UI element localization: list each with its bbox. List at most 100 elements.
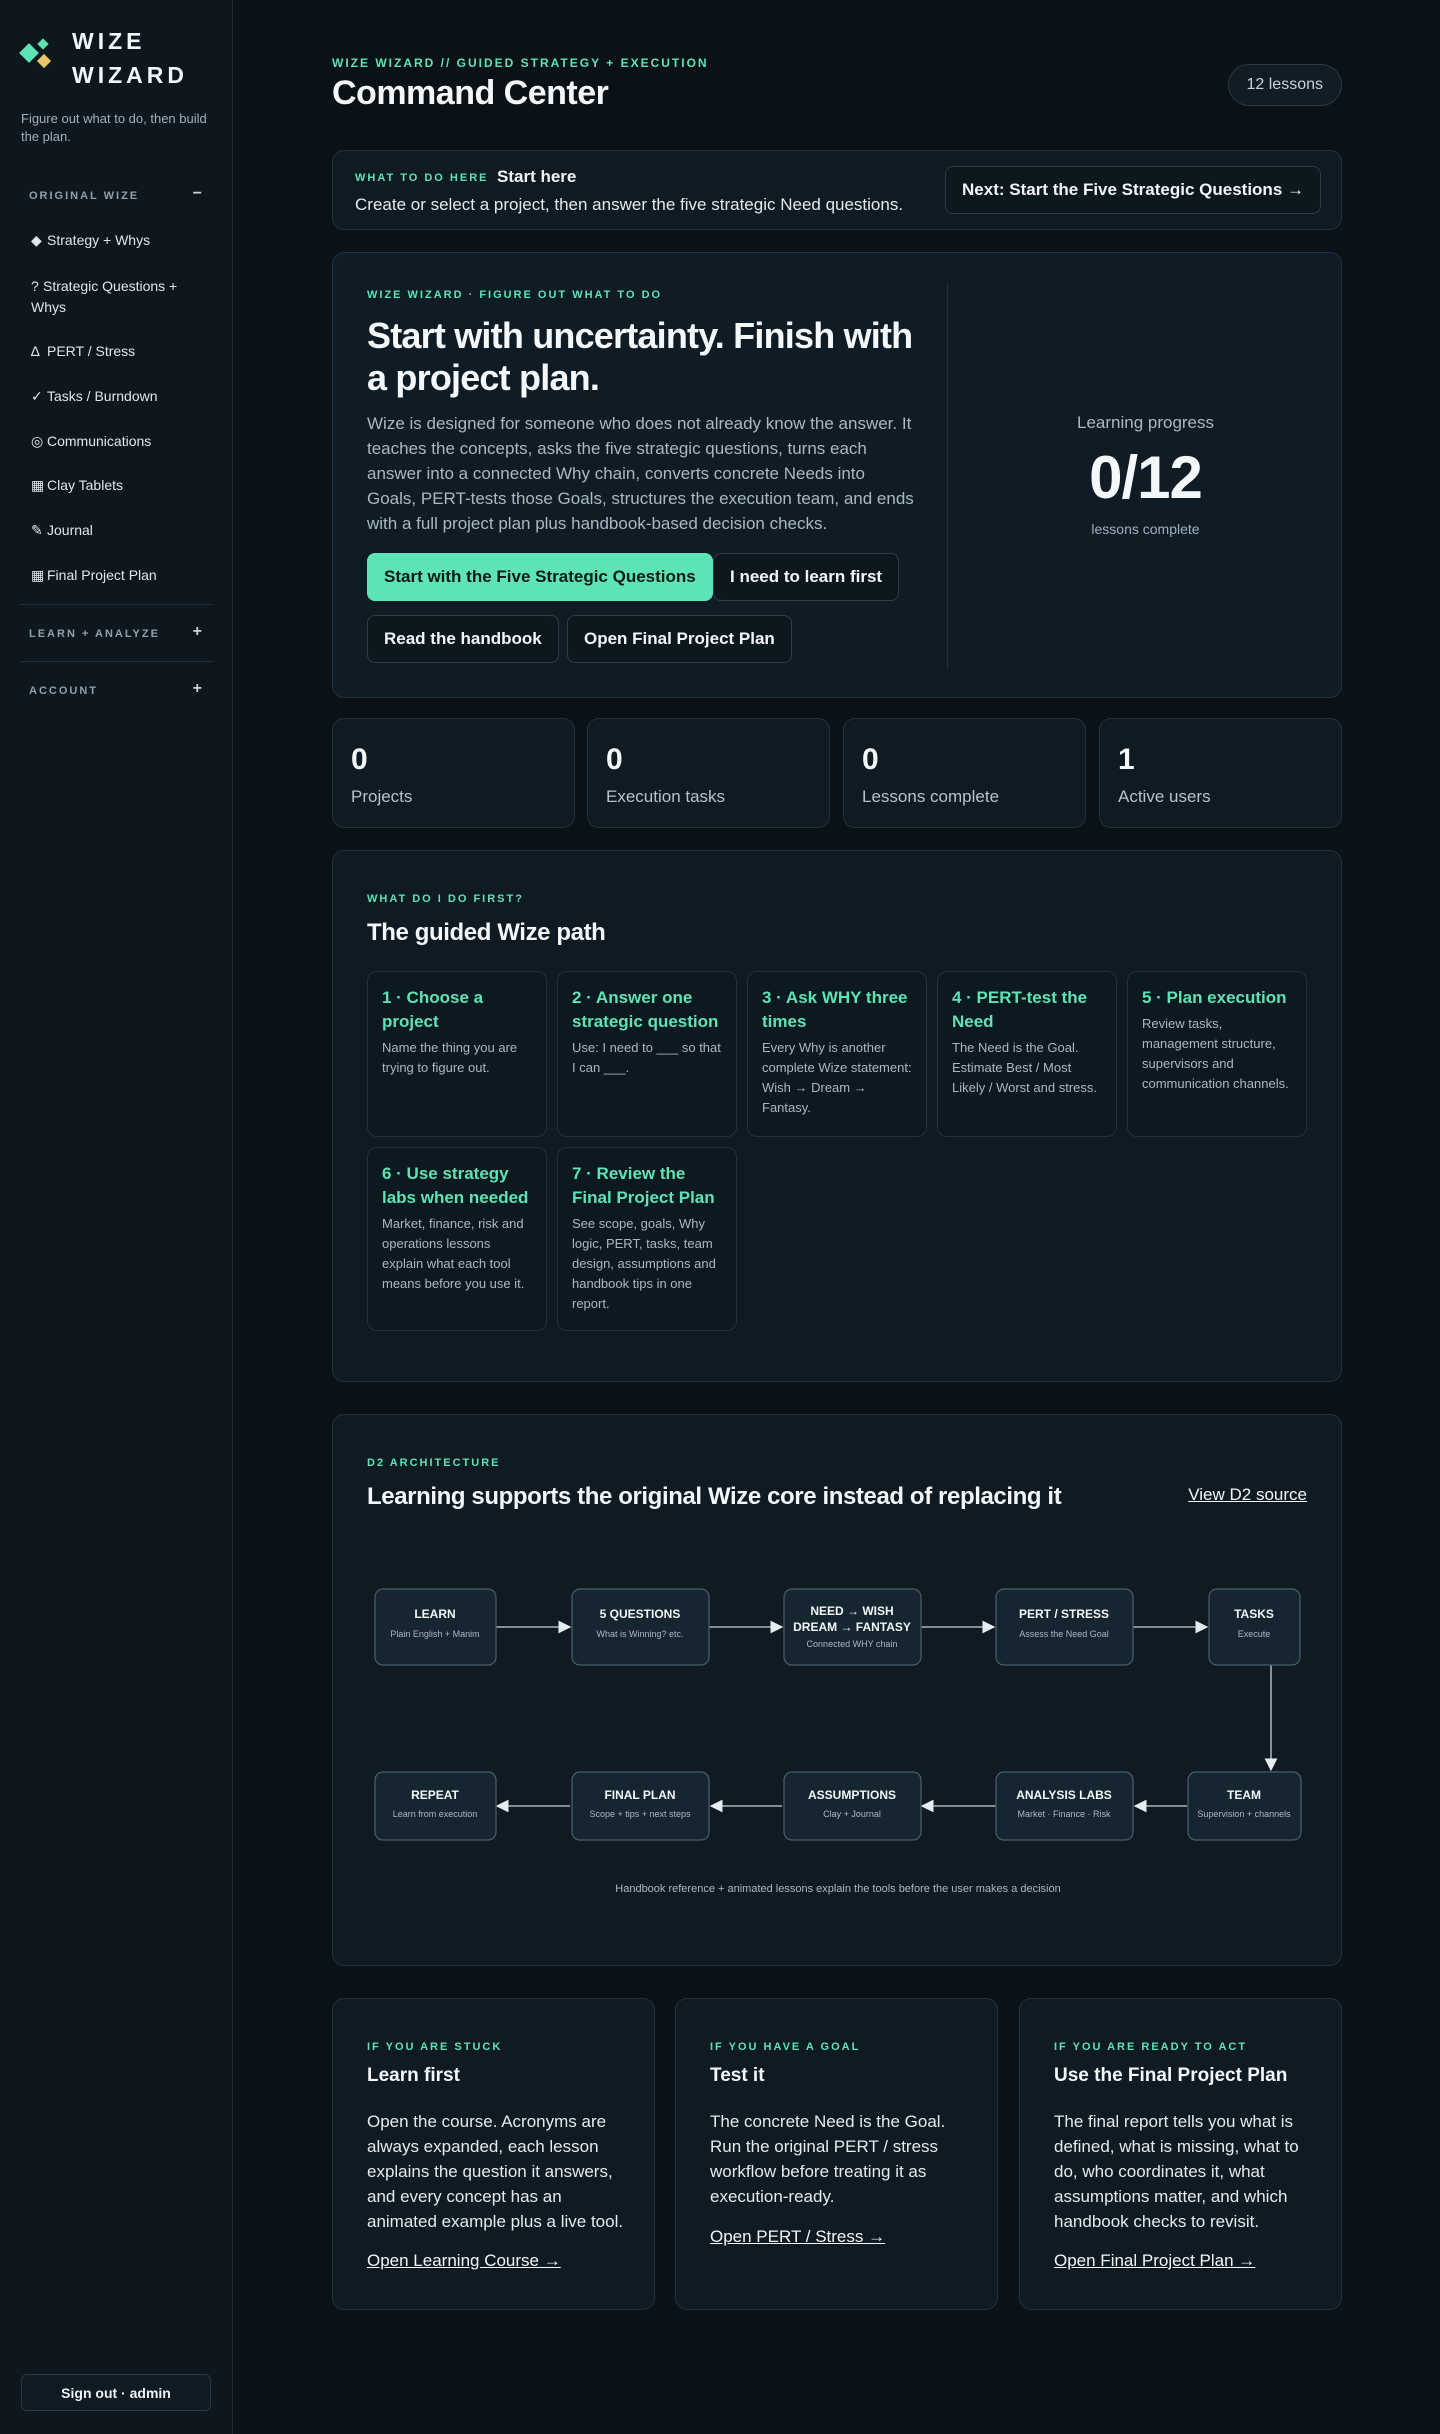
brand-name-line1: WIZE [72, 28, 146, 54]
learning-progress-label: Learning progress [1076, 413, 1215, 432]
step-title: 3 · Ask WHY three times [762, 988, 908, 1031]
stat-label: Projects [351, 787, 413, 806]
tip-title: Use the Final Project Plan [1054, 2065, 1288, 2086]
collapse-icon[interactable]: − [193, 185, 202, 203]
path-step-5[interactable]: 5 · Plan execution Review tasks, managem… [1127, 971, 1307, 1137]
diamond-icon: ◆ [31, 232, 42, 248]
stat-card-execution-tasks: 0 Execution tasks [587, 718, 830, 828]
check-icon: ✓ [31, 388, 43, 404]
tip-card-ready-to-act: IF YOU ARE READY TO ACT Use the Final Pr… [1019, 1998, 1342, 2310]
path-step-3[interactable]: 3 · Ask WHY three times Every Why is ano… [747, 971, 927, 1137]
stat-label: Execution tasks [606, 787, 726, 806]
divider [20, 661, 213, 662]
tip-eyebrow: IF YOU ARE STUCK [367, 2041, 503, 2053]
step-title: 6 · Use strategy labs when needed [382, 1164, 529, 1207]
expand-icon[interactable]: + [193, 680, 202, 698]
stat-label: Lessons complete [862, 787, 1000, 806]
sidebar-item-clay-tablets[interactable]: ▦ Clay Tablets [31, 475, 206, 496]
node-pert-title: PERT / STRESS [1019, 1607, 1109, 1621]
step-description: The Need is the Goal. Estimate Best / Mo… [952, 1040, 1097, 1095]
tip-card-stuck: IF YOU ARE STUCK Learn first Open the co… [332, 1998, 655, 2310]
path-step-1[interactable]: 1 · Choose a project Name the thing you … [367, 971, 547, 1137]
what-to-do-title: Start here [497, 167, 577, 186]
sidebar: WIZE WIZARD Figure out what to do, then … [0, 0, 233, 2434]
sidebar-item-pert-stress[interactable]: ∆ PERT / Stress [31, 341, 206, 362]
open-learning-course-link[interactable]: Open Learning Course → [367, 2251, 561, 2271]
expand-icon[interactable]: + [193, 623, 202, 641]
sidebar-item-label: Strategy + Whys [47, 232, 151, 248]
page-title: Command Center [332, 74, 609, 112]
node-tasks-sub: Execute [1238, 1629, 1271, 1639]
target-icon: ◎ [31, 433, 44, 449]
section-learn-analyze[interactable]: LEARN + ANALYZE [29, 628, 160, 640]
start-questions-button[interactable]: Start with the Five Strategic Questions [367, 553, 713, 601]
node-assumptions [783, 1771, 922, 1841]
node-labs [995, 1771, 1134, 1841]
stat-value: 0 [862, 743, 879, 776]
architecture-diagram: LEARN Plain English + Manim 5 QUESTIONS … [374, 1588, 1302, 1895]
node-questions-sub: What is Winning? etc. [596, 1629, 683, 1639]
node-need-title: NEED → WISH [810, 1604, 893, 1618]
read-handbook-button[interactable]: Read the handbook [367, 615, 559, 663]
step-title: 7 · Review the Final Project Plan [572, 1164, 715, 1207]
guided-path-card: WHAT DO I DO FIRST? The guided Wize path… [332, 850, 1342, 1382]
sidebar-item-journal[interactable]: ✎ Journal [31, 520, 206, 541]
sidebar-item-strategic-questions[interactable]: ? Strategic Questions + Whys [31, 276, 206, 318]
path-step-2[interactable]: 2 · Answer one strategic question Use: I… [557, 971, 737, 1137]
sidebar-item-label: Tasks / Burndown [47, 388, 158, 404]
open-pert-stress-link[interactable]: Open PERT / Stress → [710, 2227, 885, 2247]
step-title: 5 · Plan execution [1142, 988, 1287, 1007]
stat-card-projects: 0 Projects [332, 718, 575, 828]
section-original-wize[interactable]: ORIGINAL WIZE [29, 190, 139, 202]
node-labs-title: ANALYSIS LABS [1016, 1788, 1112, 1802]
sidebar-item-communications[interactable]: ◎ Communications [31, 431, 206, 452]
sidebar-item-strategy-whys[interactable]: ◆ Strategy + Whys [31, 230, 206, 251]
path-step-4[interactable]: 4 · PERT-test the Need The Need is the G… [937, 971, 1117, 1137]
guided-path-title: The guided Wize path [367, 919, 606, 946]
sidebar-item-label: Final Project Plan [47, 567, 157, 583]
path-step-7[interactable]: 7 · Review the Final Project Plan See sc… [557, 1147, 737, 1331]
node-learn-title: LEARN [414, 1607, 455, 1621]
node-assumptions-sub: Clay + Journal [823, 1809, 881, 1819]
next-step-button[interactable]: Next: Start the Five Strategic Questions… [945, 166, 1321, 214]
brand[interactable]: WIZE WIZARD [19, 24, 188, 92]
step-title: 4 · PERT-test the Need [952, 988, 1088, 1031]
sidebar-item-label: Communications [47, 433, 152, 449]
node-team-title: TEAM [1227, 1788, 1261, 1802]
node-labs-sub: Market · Finance · Risk [1017, 1809, 1111, 1819]
grid-icon: ▦ [31, 567, 45, 583]
node-tasks-title: TASKS [1234, 1607, 1274, 1621]
open-final-plan-button[interactable]: Open Final Project Plan [567, 615, 792, 663]
learning-progress-value: 0/12 [1089, 444, 1203, 511]
node-repeat [374, 1771, 497, 1841]
brand-name: WIZE WIZARD [72, 24, 188, 92]
tip-eyebrow: IF YOU ARE READY TO ACT [1054, 2041, 1248, 2053]
delta-icon: ∆ [31, 343, 40, 359]
guided-path-eyebrow: WHAT DO I DO FIRST? [367, 893, 524, 905]
step-description: Name the thing you are trying to figure … [382, 1040, 518, 1075]
step-title: 1 · Choose a project [382, 988, 484, 1031]
section-account[interactable]: ACCOUNT [29, 685, 98, 697]
path-step-6[interactable]: 6 · Use strategy labs when needed Market… [367, 1147, 547, 1331]
grid-icon: ▦ [31, 477, 45, 493]
architecture-caption: Handbook reference + animated lessons ex… [615, 1883, 1060, 1895]
node-assumptions-title: ASSUMPTIONS [808, 1788, 896, 1802]
open-final-project-plan-link[interactable]: Open Final Project Plan → [1054, 2251, 1255, 2271]
tip-card-have-goal: IF YOU HAVE A GOAL Test it The concrete … [675, 1998, 998, 2310]
sidebar-item-final-project-plan[interactable]: ▦ Final Project Plan [31, 565, 206, 586]
node-final-title: FINAL PLAN [604, 1788, 675, 1802]
brand-tagline: Figure out what to do, then build the pl… [21, 111, 207, 144]
stat-card-lessons-complete: 0 Lessons complete [843, 718, 1086, 828]
tip-description: The concrete Need is the Goal. Run the o… [710, 2112, 946, 2206]
hero-title: Start with uncertainty. Finish with a pr… [367, 315, 913, 398]
brand-name-line2: WIZARD [72, 62, 188, 88]
step-description: Every Why is another complete Wize state… [762, 1040, 912, 1115]
node-repeat-title: REPEAT [411, 1788, 459, 1802]
node-tasks [1208, 1588, 1301, 1666]
node-repeat-sub: Learn from execution [393, 1809, 478, 1819]
sign-out-button[interactable]: Sign out · admin [21, 2374, 211, 2411]
sidebar-item-tasks-burndown[interactable]: ✓ Tasks / Burndown [31, 386, 206, 407]
lesson-count-badge: 12 lessons [1227, 64, 1342, 106]
tip-description: Open the course. Acronyms are always exp… [367, 2112, 624, 2231]
learn-first-button[interactable]: I need to learn first [713, 553, 900, 601]
